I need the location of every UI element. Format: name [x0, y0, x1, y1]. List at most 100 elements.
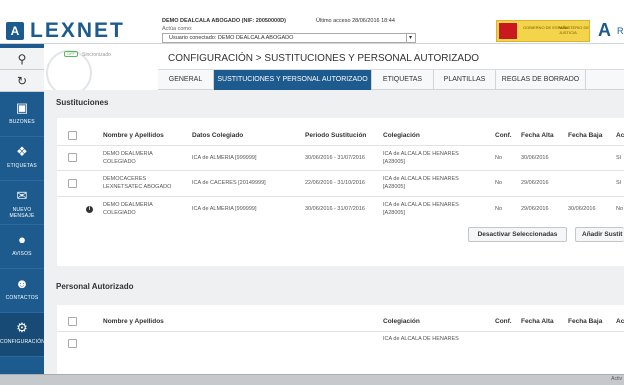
column-header[interactable]: Ac [616, 132, 624, 139]
sync-panel: OFF Sincronizado [44, 44, 158, 96]
sidebar-item-nuevo-mensaje[interactable]: ✉ NUEVO MENSAJE [0, 181, 44, 225]
ministry-logo: GOBIERNO DE ESPAÑA MINISTERIO DE JUSTICI… [496, 20, 590, 42]
cell-periodo: 30/06/2016 - 31/07/2016 [305, 206, 365, 212]
sidebar-item-label: AVISOS [12, 251, 32, 257]
sustituciones-panel [57, 118, 624, 266]
ministry-justice-text: MINISTERIO DE JUSTICIA [559, 25, 590, 35]
divider [57, 145, 624, 146]
cell-nombre: DEMO DEALMERIA COLEGIADO [103, 202, 153, 216]
page-title: CONFIGURACIÓN > SUSTITUCIONES Y PERSONAL… [168, 53, 480, 64]
cell-conf: No [495, 155, 503, 161]
cell-nombre: DEMOCACERES LEXNETSATEC ABOGADO [103, 176, 172, 190]
divider [57, 196, 624, 197]
breadcrumb: CONFIGURACIÓN > SUSTITUCIONES Y PERSONAL… [158, 44, 624, 70]
cell-datos: ICA de ALMERIA [999999] [192, 206, 257, 212]
tab-plantillas[interactable]: PLANTILLAS [434, 70, 496, 90]
cell-datos: ICA de ALMERIA [999999] [192, 155, 257, 161]
tab-etiquetas[interactable]: ETIQUETAS [372, 70, 434, 90]
top-bar: A LEXNET DEMO DEALCALA ABOGADO (NIF: 200… [0, 0, 624, 44]
cell-fecha-alta: 29/06/2016 [521, 180, 549, 186]
app-logo-text: LEXNET [30, 19, 125, 42]
column-header[interactable]: Colegiación [383, 318, 420, 325]
sidebar-item-label: NUEVO MENSAJE [9, 207, 35, 219]
search-icon: ⚲ [17, 52, 27, 66]
cell-activo: Sí [616, 180, 622, 186]
refresh-button[interactable]: ↻ [0, 70, 44, 92]
sidebar-item-etiquetas[interactable]: ❖ ETIQUETAS [0, 137, 44, 181]
coat-of-arms-icon [499, 23, 517, 39]
lexnet-logo-icon: A [6, 22, 24, 40]
gear-icon: ⚙ [16, 320, 28, 335]
column-header[interactable]: Nombre y Apellidos [103, 318, 164, 325]
column-header[interactable]: Nombre y Apellidos [103, 132, 164, 139]
select-all-checkbox[interactable] [68, 131, 77, 140]
tab-sustituciones[interactable]: SUSTITUCIONES Y PERSONAL AUTORIZADO [214, 70, 372, 90]
cell-fecha-baja: 30/06/2016 [568, 206, 596, 212]
column-header[interactable]: Fecha Baja [568, 132, 602, 139]
cell-fecha-alta: 30/06/2016 [521, 155, 549, 161]
divider [57, 170, 624, 171]
select-all-checkbox[interactable] [68, 317, 77, 326]
cell-activo: Sí [616, 155, 622, 161]
cell-nombre: DEMO DEALMERIA COLEGIADO [103, 151, 153, 165]
cell-datos: ICA de CACERES [20149999] [192, 180, 266, 186]
section-title-personal: Personal Autorizado [56, 282, 134, 291]
sidebar-item-label: CONTACTOS [5, 295, 39, 301]
personal-panel [57, 305, 624, 374]
cell-colegiacion: ICA de ALCALA DE HENARES [A28005] [383, 151, 459, 165]
sidebar-item-contactos[interactable]: ☻ CONTACTOS [0, 269, 44, 313]
cell-fecha-alta: 29/06/2016 [521, 206, 549, 212]
sidebar: ⚲ ↻ ▣ BUZONES ❖ ETIQUETAS ✉ NUEVO MENSAJ… [0, 44, 46, 374]
cell-periodo: 30/06/2016 - 31/07/2016 [305, 155, 365, 161]
sidebar-item-label: ETIQUETAS [7, 163, 37, 169]
divider [57, 331, 624, 332]
deactivate-selected-button[interactable]: Desactivar Seleccionadas [468, 227, 567, 242]
cell-conf: No [495, 206, 503, 212]
column-header[interactable]: Periodo Sustitución [305, 132, 366, 139]
sidebar-item-label: CONFIGURACIÓN [0, 339, 46, 345]
contacts-icon: ☻ [15, 276, 29, 291]
connected-user-select[interactable]: Usuario conectado: DEMO DEALCALA ABOGADO… [162, 33, 416, 43]
chevron-down-icon[interactable]: ▾ [406, 34, 414, 42]
activate-windows-text: Activ [611, 376, 622, 382]
sidebar-item-avisos[interactable]: ● AVISOS [0, 225, 44, 269]
info-icon[interactable]: i [86, 206, 93, 213]
column-header[interactable]: Fecha Baja [568, 318, 602, 325]
cell-colegiacion: ICA de ALCALA DE HENARES [A28005] [383, 176, 459, 190]
row-checkbox[interactable] [68, 179, 77, 188]
column-header[interactable]: Conf. [495, 318, 512, 325]
sidebar-item-buzones[interactable]: ▣ BUZONES [0, 93, 44, 137]
column-header[interactable]: Colegiación [383, 132, 420, 139]
column-header[interactable]: Fecha Alta [521, 132, 554, 139]
acting-as-label: Actúa como: [162, 26, 193, 32]
cell-activo: No [616, 206, 624, 212]
row-checkbox[interactable] [68, 339, 77, 348]
justice-logo-icon: A [598, 20, 611, 40]
column-header[interactable]: Ac [616, 318, 624, 325]
column-header[interactable]: Fecha Alta [521, 318, 554, 325]
envelope-icon: ✉ [16, 188, 28, 203]
row-checkbox[interactable] [68, 153, 77, 162]
user-name: DEMO DEALCALA ABOGADO (NIF: 20050000D) [162, 18, 286, 24]
cell-conf: No [495, 180, 503, 186]
tab-general[interactable]: GENERAL [158, 70, 214, 90]
sidebar-item-label: BUZONES [9, 119, 35, 125]
cell-periodo: 22/06/2016 - 31/10/2016 [305, 180, 365, 186]
user-info: DEMO DEALCALA ABOGADO (NIF: 20050000D) A… [162, 18, 286, 32]
refresh-icon: ↻ [16, 74, 28, 88]
tab-bar: GENERAL SUSTITUCIONES Y PERSONAL AUTORIZ… [158, 70, 624, 90]
search-button[interactable]: ⚲ [0, 48, 44, 70]
add-substitution-button[interactable]: Añadir Sustit [575, 227, 624, 242]
justice-logo-letter: R [617, 26, 624, 36]
column-header[interactable]: Conf. [495, 132, 512, 139]
last-access: Último acceso 28/06/2016 18:44 [316, 18, 395, 24]
sidebar-item-configuracion[interactable]: ⚙ CONFIGURACIÓN [0, 313, 46, 357]
bottom-bar: Activ [0, 374, 624, 385]
column-header[interactable]: Datos Colegiado [192, 132, 243, 139]
alert-icon: ● [18, 232, 26, 247]
cell-colegiacion: ICA de ALCALA DE HENARES [383, 336, 459, 342]
sync-badge: OFF [64, 51, 78, 57]
tab-reglas-borrado[interactable]: REGLAS DE BORRADO [496, 70, 586, 90]
section-title-sustituciones: Sustituciones [56, 98, 109, 107]
inbox-icon: ▣ [15, 100, 29, 115]
